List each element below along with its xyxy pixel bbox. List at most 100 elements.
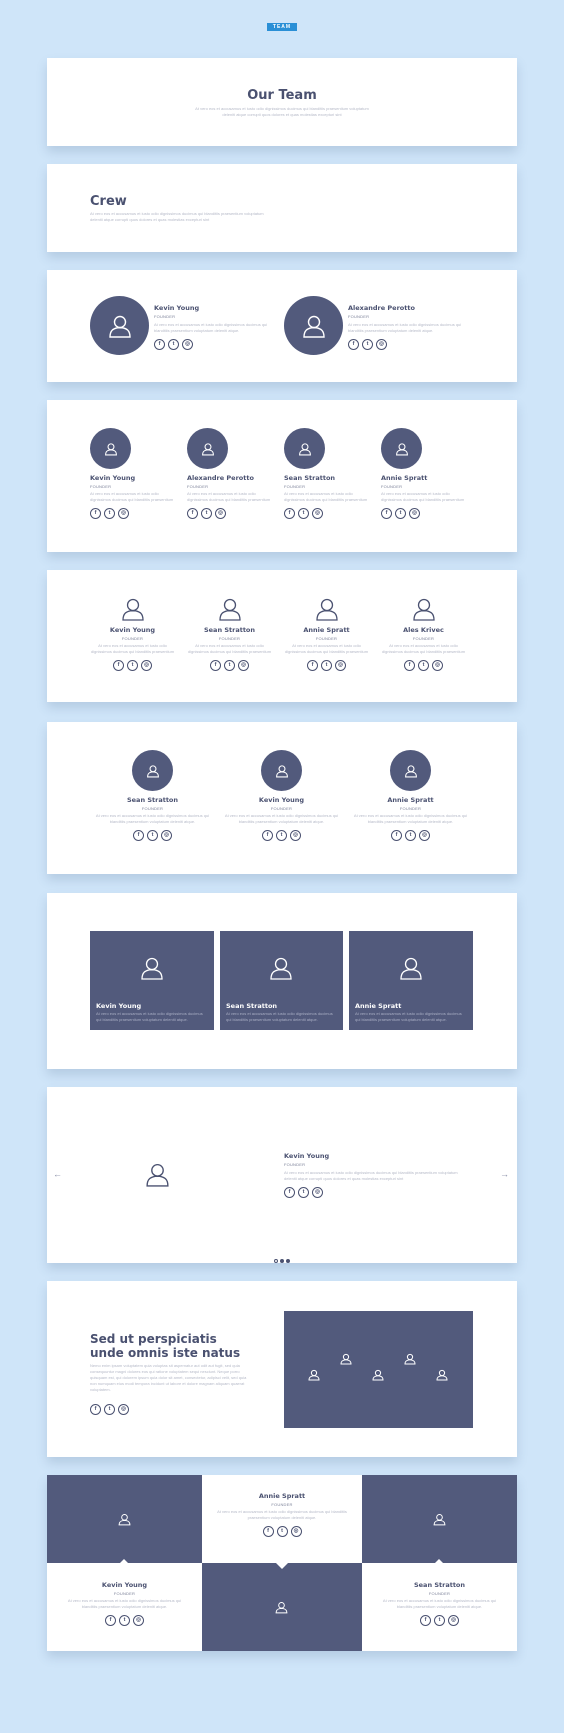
- member-avatar: [90, 296, 149, 355]
- facebook-icon[interactable]: f: [307, 660, 318, 671]
- pagination-dot[interactable]: [286, 1259, 290, 1263]
- instagram-icon[interactable]: ◎: [161, 830, 172, 841]
- prev-arrow-icon[interactable]: ←: [53, 1169, 62, 1179]
- section-team-grid: Annie Spratt FOUNDER At vero eos et accu…: [47, 1475, 517, 1651]
- instagram-icon[interactable]: ◎: [118, 1404, 129, 1415]
- instagram-icon[interactable]: ◎: [290, 830, 301, 841]
- instagram-icon[interactable]: ◎: [312, 1187, 323, 1198]
- user-icon: [146, 764, 159, 777]
- team-member-card: Kevin Young FOUNDER At vero eos et accus…: [90, 596, 175, 671]
- next-arrow-icon[interactable]: →: [500, 1169, 509, 1179]
- user-icon: [395, 442, 408, 455]
- member-avatar: [261, 750, 302, 791]
- instagram-icon[interactable]: ◎: [448, 1615, 459, 1626]
- member-bio: At vero eos et accusamus et iusto odio d…: [284, 643, 369, 654]
- facebook-icon[interactable]: f: [105, 1615, 116, 1626]
- instagram-icon[interactable]: ◎: [133, 1615, 144, 1626]
- section-team-feature: Sed ut perspiciatis unde omnis iste natu…: [47, 1281, 517, 1457]
- user-icon: [270, 957, 292, 980]
- section-team-two-column: Kevin Young FOUNDER At vero eos et accus…: [47, 270, 517, 382]
- instagram-icon[interactable]: ◎: [312, 508, 323, 519]
- twitter-icon[interactable]: t: [104, 1404, 115, 1415]
- social-links: f t ◎: [187, 508, 272, 519]
- facebook-icon[interactable]: f: [391, 830, 402, 841]
- member-name: Sean Stratton: [413, 1581, 466, 1589]
- facebook-icon[interactable]: f: [154, 339, 165, 350]
- facebook-icon[interactable]: f: [210, 660, 221, 671]
- twitter-icon[interactable]: t: [276, 1526, 288, 1537]
- twitter-icon[interactable]: t: [276, 830, 287, 841]
- team-member-card: Ales Krivec FOUNDER At vero eos et accus…: [381, 596, 466, 671]
- user-icon: [302, 315, 325, 338]
- facebook-icon[interactable]: f: [420, 1615, 431, 1626]
- social-links: f t ◎: [284, 660, 369, 671]
- instagram-icon[interactable]: ◎: [141, 660, 152, 671]
- twitter-icon[interactable]: t: [224, 660, 235, 671]
- twitter-icon[interactable]: t: [298, 508, 309, 519]
- facebook-icon[interactable]: f: [133, 830, 144, 841]
- member-bio: At vero eos et accusamus et iusto odio d…: [348, 322, 462, 333]
- team-member-card: Alexandre Perotto FOUNDER At vero eos et…: [187, 428, 272, 519]
- twitter-icon[interactable]: t: [147, 830, 158, 841]
- twitter-icon[interactable]: t: [418, 660, 429, 671]
- twitter-icon[interactable]: t: [395, 508, 406, 519]
- instagram-icon[interactable]: ◎: [238, 660, 249, 671]
- twitter-icon[interactable]: t: [362, 339, 373, 350]
- social-links: f t ◎: [202, 1526, 362, 1537]
- twitter-icon[interactable]: t: [201, 508, 212, 519]
- pagination-dot[interactable]: [280, 1259, 284, 1263]
- pagination-dot[interactable]: [274, 1259, 278, 1263]
- instagram-icon[interactable]: ◎: [290, 1526, 302, 1537]
- team-member-card: Annie Spratt FOUNDER At vero eos et accu…: [381, 428, 466, 519]
- instagram-icon[interactable]: ◎: [376, 339, 387, 350]
- facebook-icon[interactable]: f: [381, 508, 392, 519]
- member-name: Kevin Young: [154, 304, 200, 312]
- instagram-icon[interactable]: ◎: [215, 508, 226, 519]
- instagram-icon[interactable]: ◎: [182, 339, 193, 350]
- instagram-icon[interactable]: ◎: [419, 830, 430, 841]
- member-role: FOUNDER: [399, 806, 422, 811]
- team-member-tile[interactable]: Annie Spratt At vero eos et accusamus et…: [349, 931, 473, 1030]
- team-member-card: Annie Spratt FOUNDER At vero eos et accu…: [284, 596, 369, 671]
- facebook-icon[interactable]: f: [348, 339, 359, 350]
- member-role: FOUNDER: [284, 484, 306, 489]
- instagram-icon[interactable]: ◎: [335, 660, 346, 671]
- twitter-icon[interactable]: t: [405, 830, 416, 841]
- social-links: f t ◎: [187, 660, 272, 671]
- group-users-icon: [308, 1353, 448, 1381]
- facebook-icon[interactable]: f: [113, 660, 124, 671]
- twitter-icon[interactable]: t: [434, 1615, 445, 1626]
- member-bio: At vero eos et accusamus et iusto odio d…: [284, 491, 368, 502]
- social-links: f t ◎: [284, 1187, 464, 1198]
- facebook-icon[interactable]: f: [187, 508, 198, 519]
- twitter-icon[interactable]: t: [119, 1615, 130, 1626]
- feature-description: Nemo enim ipsam voluptatem quia voluptas…: [90, 1363, 247, 1392]
- team-member-tile[interactable]: Sean Stratton At vero eos et accusamus e…: [220, 931, 343, 1030]
- user-outline-icon: [315, 598, 338, 621]
- facebook-icon[interactable]: f: [284, 1187, 295, 1198]
- member-name: Alexandre Perotto: [348, 304, 415, 312]
- facebook-icon[interactable]: f: [404, 660, 415, 671]
- team-member-card: Sean Stratton FOUNDER At vero eos et acc…: [362, 1563, 517, 1651]
- member-name: Annie Spratt: [387, 796, 434, 804]
- twitter-icon[interactable]: t: [127, 660, 138, 671]
- facebook-icon[interactable]: f: [90, 508, 101, 519]
- instagram-icon[interactable]: ◎: [409, 508, 420, 519]
- member-avatar: [390, 750, 431, 791]
- facebook-icon[interactable]: f: [284, 508, 295, 519]
- facebook-icon[interactable]: f: [90, 1404, 101, 1415]
- twitter-icon[interactable]: t: [168, 339, 179, 350]
- twitter-icon[interactable]: t: [298, 1187, 309, 1198]
- member-avatar: [284, 296, 343, 355]
- instagram-icon[interactable]: ◎: [118, 508, 129, 519]
- social-links: f t ◎: [90, 660, 175, 671]
- member-bio: At vero eos et accusamus et iusto odio d…: [226, 1011, 333, 1022]
- facebook-icon[interactable]: f: [262, 830, 273, 841]
- twitter-icon[interactable]: t: [104, 508, 115, 519]
- member-role: FOUNDER: [113, 1591, 136, 1596]
- team-member-tile[interactable]: Kevin Young At vero eos et accusamus et …: [90, 931, 214, 1030]
- instagram-icon[interactable]: ◎: [432, 660, 443, 671]
- twitter-icon[interactable]: t: [321, 660, 332, 671]
- caret-up-icon: [276, 1563, 288, 1569]
- facebook-icon[interactable]: f: [262, 1526, 274, 1537]
